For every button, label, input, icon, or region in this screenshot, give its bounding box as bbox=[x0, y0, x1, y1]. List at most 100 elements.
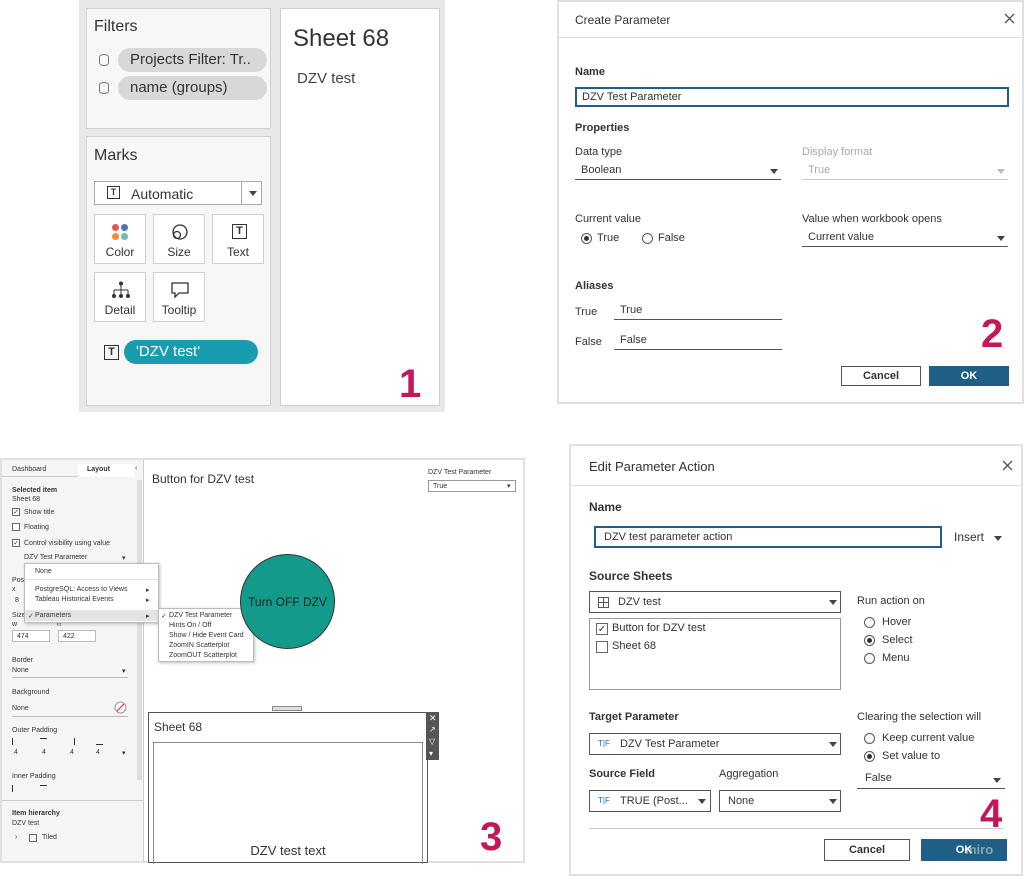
width-input[interactable]: 474 bbox=[12, 630, 50, 642]
filters-title: Filters bbox=[94, 18, 138, 35]
radio-set-value[interactable] bbox=[864, 751, 875, 762]
radio-true[interactable] bbox=[581, 233, 592, 244]
source-field-label: Source Field bbox=[589, 768, 656, 780]
workbook-opens-value: Current value bbox=[808, 231, 875, 243]
parameters-submenu: ✓ DZV Test Parameter Hints On / Off Show… bbox=[158, 608, 254, 662]
source-sheets-label: Source Sheets bbox=[589, 569, 673, 583]
tab-layout[interactable]: Layout bbox=[78, 464, 134, 477]
background-dropdown[interactable]: None bbox=[12, 705, 29, 712]
radio-false[interactable] bbox=[642, 233, 653, 244]
goto-sheet-icon[interactable]: ↗ bbox=[429, 725, 436, 734]
menu-item[interactable]: ZoomOUT Scatterplot bbox=[169, 652, 237, 659]
text-button[interactable]: T Text bbox=[212, 214, 264, 264]
close-icon[interactable] bbox=[1002, 460, 1013, 471]
source-field-dropdown[interactable]: T|F TRUE (Post... bbox=[589, 790, 711, 812]
hierarchy-child[interactable]: Tiled bbox=[42, 834, 57, 841]
chevron-down-icon: ▾ bbox=[507, 483, 511, 490]
workbook-opens-dropdown[interactable]: Current value bbox=[802, 229, 1008, 247]
color-label: Color bbox=[105, 245, 135, 259]
radio-select[interactable] bbox=[864, 635, 875, 646]
x-value[interactable]: 8 bbox=[15, 597, 19, 604]
menu-item[interactable]: ZoomIN Scatterplot bbox=[169, 642, 229, 649]
text-field-pill[interactable]: 'DZV test' bbox=[124, 340, 258, 364]
mark-type-dropdown[interactable]: T Automatic bbox=[94, 181, 262, 205]
insert-dropdown[interactable]: Insert bbox=[954, 530, 984, 544]
target-param-value: DZV Test Parameter bbox=[620, 738, 720, 750]
aggregation-dropdown[interactable]: None bbox=[719, 790, 841, 812]
filter-pill[interactable]: Projects Filter: Tr.. bbox=[118, 48, 267, 72]
border-dropdown[interactable]: None bbox=[12, 667, 29, 674]
chevron-right-icon[interactable]: › bbox=[15, 834, 17, 841]
name-input[interactable]: DZV test parameter action bbox=[594, 526, 942, 548]
no-color-icon[interactable] bbox=[114, 701, 127, 714]
param-control-dropdown[interactable]: True ▾ bbox=[428, 480, 516, 492]
set-value-dropdown[interactable]: False bbox=[857, 769, 1005, 789]
outer-padding-label: Outer Padding bbox=[12, 727, 58, 734]
close-icon[interactable] bbox=[1004, 13, 1015, 24]
control-visibility-checkbox[interactable]: ✓ bbox=[12, 539, 20, 547]
divider bbox=[241, 182, 242, 204]
name-input[interactable]: DZV Test Parameter bbox=[575, 87, 1009, 107]
visibility-param-dropdown[interactable]: DZV Test Parameter bbox=[24, 554, 87, 561]
filter-icon[interactable]: ▽ bbox=[429, 737, 435, 746]
miro-watermark: miro bbox=[965, 842, 994, 857]
step-number: 3 bbox=[480, 815, 503, 859]
close-icon[interactable]: ✕ bbox=[429, 713, 437, 724]
floating-checkbox[interactable] bbox=[12, 523, 20, 531]
toggle-circle-button[interactable]: Turn OFF DZV bbox=[240, 554, 335, 649]
data-type-dropdown[interactable]: Boolean bbox=[575, 162, 781, 180]
pad-value[interactable]: 4 bbox=[14, 749, 18, 756]
tab-dashboard[interactable]: Dashboard bbox=[2, 464, 78, 477]
chevron-down-icon bbox=[829, 742, 837, 747]
menu-item[interactable]: Parameters bbox=[35, 612, 71, 619]
filter-pill[interactable]: name (groups) bbox=[118, 76, 267, 100]
selected-item-value: Sheet 68 bbox=[12, 496, 41, 503]
set-value-value: False bbox=[865, 772, 892, 784]
menu-item[interactable]: Show / Hide Event Card bbox=[169, 632, 244, 639]
pad-left-icon bbox=[12, 738, 19, 745]
menu-item[interactable]: DZV Test Parameter bbox=[169, 612, 232, 619]
alias-true-input[interactable]: True bbox=[614, 302, 782, 320]
radio-menu[interactable] bbox=[864, 653, 875, 664]
pad-value[interactable]: 4 bbox=[42, 749, 46, 756]
chevron-down-icon bbox=[993, 778, 1001, 783]
cancel-button[interactable]: Cancel bbox=[824, 839, 910, 861]
sheet-container[interactable]: Sheet 68 DZV test text bbox=[148, 712, 428, 864]
alias-false-input[interactable]: False bbox=[614, 332, 782, 350]
target-param-dropdown[interactable]: T|F DZV Test Parameter bbox=[589, 733, 841, 755]
pad-value[interactable]: 4 bbox=[70, 749, 74, 756]
parameter-icon: T|F bbox=[598, 739, 610, 748]
show-title-checkbox[interactable]: ✓ bbox=[12, 508, 20, 516]
radio-keep-current[interactable] bbox=[864, 733, 875, 744]
ok-button[interactable]: OK bbox=[921, 839, 1007, 861]
sheet-checkbox[interactable] bbox=[596, 641, 608, 653]
pad-value[interactable]: 4 bbox=[96, 749, 100, 756]
more-options-icon[interactable]: ▾ bbox=[429, 749, 433, 758]
scrollbar[interactable] bbox=[137, 480, 142, 780]
source-datasource-dropdown[interactable]: DZV test bbox=[589, 591, 841, 613]
size-button[interactable]: Size bbox=[153, 214, 205, 264]
submenu-arrow-icon: ▸ bbox=[146, 587, 150, 594]
cancel-button[interactable]: Cancel bbox=[841, 366, 921, 386]
drag-handle[interactable] bbox=[272, 706, 302, 711]
collapse-icon[interactable]: ‹ bbox=[135, 465, 137, 472]
ok-button[interactable]: OK bbox=[929, 366, 1009, 386]
color-button[interactable]: Color bbox=[94, 214, 146, 264]
menu-item[interactable]: None bbox=[35, 568, 52, 575]
height-input[interactable]: 422 bbox=[58, 630, 96, 642]
tooltip-button[interactable]: Tooltip bbox=[153, 272, 205, 322]
detail-button[interactable]: Detail bbox=[94, 272, 146, 322]
radio-hover[interactable] bbox=[864, 617, 875, 628]
text-icon: T bbox=[232, 224, 247, 239]
check-icon: ✓ bbox=[28, 613, 34, 620]
param-control-label: DZV Test Parameter bbox=[428, 469, 492, 476]
display-format-dropdown: True bbox=[802, 162, 1008, 180]
tab-dashboard-label: Dashboard bbox=[12, 466, 47, 473]
sheet-checkbox[interactable]: ✓ bbox=[596, 623, 608, 635]
display-format-label: Display format bbox=[802, 146, 873, 158]
menu-item[interactable]: Hints On / Off bbox=[169, 622, 211, 629]
hierarchy-root[interactable]: DZV test bbox=[12, 820, 39, 827]
menu-item[interactable]: PostgreSQL: Access to Views bbox=[35, 586, 127, 593]
chevron-down-icon bbox=[994, 536, 1002, 541]
menu-item[interactable]: Tableau Historical Events bbox=[35, 596, 114, 603]
